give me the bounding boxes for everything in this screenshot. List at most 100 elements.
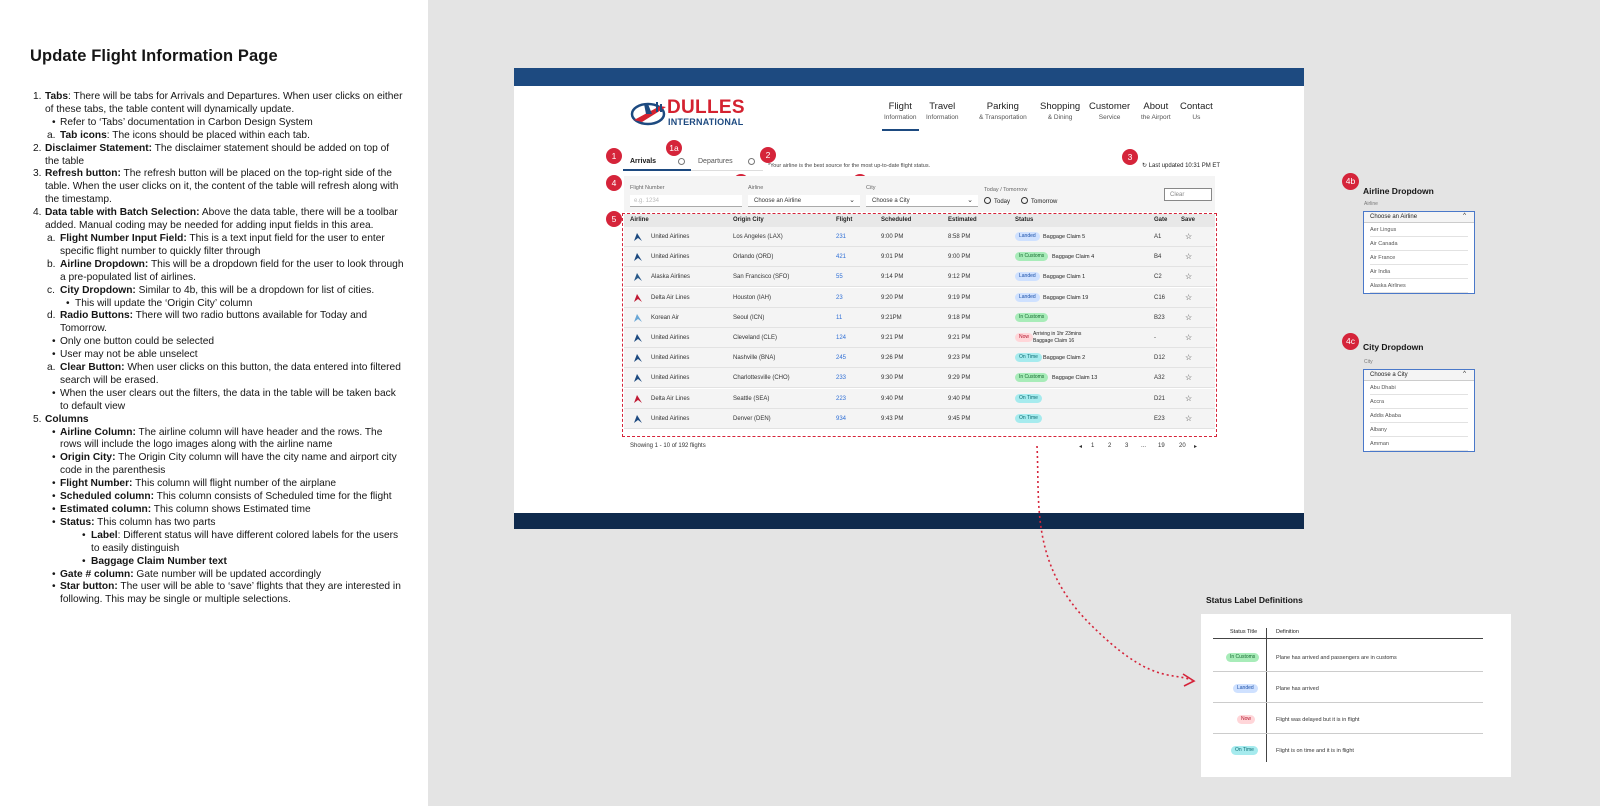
nav-item-title: Shopping (1040, 101, 1081, 112)
callout-badge-1: 1 (606, 148, 622, 164)
tab-arrivals-label: Arrivals (630, 158, 657, 165)
note-bold: Star button: (60, 581, 118, 593)
documentation-panel: Update Flight Information Page 1. Tabs: T… (0, 0, 428, 806)
doc-note: • Star button: The user will be able to ‘… (30, 581, 404, 607)
city-dropdown-selected: Choose a City (1370, 372, 1408, 378)
note-text: : Different status will have different c… (91, 529, 399, 554)
radio-tomorrow-label: Tomorrow (1031, 199, 1058, 205)
note-marker: c. (47, 284, 55, 296)
nav-item-title: Travel (929, 101, 956, 112)
doc-note: • Label: Different status will have diffe… (30, 530, 404, 556)
note-text: This will update the ‘Origin City’ colum… (75, 297, 253, 309)
nav-item-title: Parking (986, 101, 1019, 112)
city-dropdown[interactable]: Choose a City ⌄ (866, 195, 978, 207)
note-text: When the user clears out the filters, th… (60, 387, 396, 412)
airline-dropdown-title: Airline Dropdown (1363, 186, 1434, 196)
clear-button[interactable]: Clear (1164, 188, 1212, 201)
note-marker: • (52, 426, 56, 438)
callout-badge-2: 2 (760, 147, 776, 163)
note-marker: 4. (33, 207, 42, 219)
doc-note: • Estimated column: This column shows Est… (30, 504, 404, 517)
dropdown-option[interactable]: Air Canada (1370, 237, 1468, 251)
status-definition: Flight was delayed but it is in flight (1276, 717, 1360, 723)
note-bold: City Dropdown: (60, 284, 136, 296)
nav-item-customer[interactable]: Customer Service (1089, 101, 1130, 121)
nav-item-shopping[interactable]: Shopping & Dining (1040, 101, 1080, 121)
doc-note: c. City Dropdown: Similar to 4b, this wil… (30, 285, 404, 298)
departures-tab-icon (748, 158, 755, 165)
nav-item-about[interactable]: About the Airport (1141, 101, 1171, 121)
flight-number-label: Flight Number (630, 185, 665, 191)
dropdown-option[interactable]: Abu Dhabi (1370, 381, 1468, 395)
note-bold: Baggage Claim Number text (91, 555, 227, 567)
radio-today[interactable]: Today (984, 197, 1010, 205)
flight-number-input[interactable]: e.g. 1234 (630, 195, 742, 207)
city-dropdown-header[interactable]: Choose a City ^ (1364, 370, 1474, 381)
doc-note: a. Flight Number Input Field: This is a t… (30, 233, 404, 259)
city-dropdown-label: City (1364, 359, 1373, 365)
airline-dropdown-header[interactable]: Choose an Airline ^ (1364, 212, 1474, 223)
tab-arrivals[interactable]: Arrivals (630, 158, 656, 165)
callout-badge-3: 3 (1122, 149, 1138, 165)
nav-item-subtitle: the Airport (1141, 114, 1171, 121)
note-text: Only one button could be selected (60, 336, 215, 348)
pagination-info: Showing 1 - 10 of 192 flights (630, 443, 706, 449)
dropdown-option[interactable]: Aer Lingus (1370, 223, 1468, 237)
nav-item-subtitle: Us (1192, 114, 1201, 121)
doc-note: 3. Refresh button: The refresh button wil… (30, 168, 404, 207)
doc-title: Update Flight Information Page (30, 47, 278, 65)
airline-dropdown-label: Airline (1364, 201, 1378, 207)
callout-badge-4b: 4b (1342, 173, 1359, 190)
callout-badge-1a: 1a (666, 140, 682, 156)
nav-item-subtitle: Information (884, 114, 917, 121)
doc-note: • Gate # column: Gate number will be upda… (30, 569, 404, 582)
note-text: This column has two parts (94, 516, 216, 528)
nav-item-flight[interactable]: Flight Information (882, 101, 919, 131)
city-filter-label: City (866, 185, 876, 191)
doc-note: • This will update the ‘Origin City’ colu… (30, 298, 404, 311)
dropdown-option[interactable]: Air India (1370, 265, 1468, 279)
doc-note: • When the user clears out the filters, t… (30, 388, 404, 414)
airline-dropdown-open[interactable]: Choose an Airline ^ Aer Lingus Air Canada… (1363, 211, 1475, 294)
dropdown-option[interactable]: Albany (1370, 423, 1468, 437)
radio-today-label: Today (994, 199, 1011, 205)
note-text: Refer to ‘Tabs’ documentation in Carbon … (60, 116, 313, 128)
status-title-header: Status Title (1230, 629, 1258, 635)
tab-departures[interactable]: Departures (698, 158, 733, 165)
nav-item-travel[interactable]: Travel Information (926, 101, 959, 121)
dropdown-option[interactable]: Addis Ababa (1370, 409, 1468, 423)
note-text: User may not be able unselect (60, 349, 198, 361)
note-bold: Airline Column: (60, 426, 136, 438)
note-marker: 1. (33, 91, 42, 102)
day-filter-label: Today / Tomorrow (984, 187, 1028, 193)
note-marker: • (52, 568, 56, 580)
note-marker: • (52, 516, 56, 528)
dropdown-option[interactable]: Amman (1370, 437, 1468, 451)
note-text: This column consists of Scheduled time f… (153, 491, 392, 503)
airline-dropdown-value: Choose an Airline (754, 198, 802, 204)
logo-text-main: DULLES (667, 97, 745, 118)
doc-note: • Status: This column has two parts (30, 517, 404, 530)
doc-notes: 1. Tabs: There will be tabs for Arrivals … (30, 91, 404, 607)
note-marker: • (52, 491, 56, 503)
nav-item-parking[interactable]: Parking & Transportation (979, 101, 1027, 121)
dropdown-option[interactable]: Accra (1370, 395, 1468, 409)
note-marker: • (52, 349, 56, 361)
nav-item-contact[interactable]: Contact Us (1180, 101, 1213, 121)
airport-logo[interactable]: DULLES INTERNATIONAL (630, 98, 750, 128)
dropdown-option[interactable]: Alaska Airlines (1370, 279, 1468, 293)
note-bold: Disclaimer Statement: (45, 142, 153, 154)
callout-badge-5: 5 (606, 211, 622, 227)
doc-note: • Scheduled column: This column consists … (30, 491, 404, 504)
airline-dropdown[interactable]: Choose an Airline ⌄ (748, 195, 860, 207)
doc-note: • Only one button could be selected (30, 336, 404, 349)
refresh-button[interactable]: ↻ Last updated 10:31 PM ET (1142, 162, 1220, 169)
note-marker: • (52, 336, 56, 348)
radio-tomorrow[interactable]: Tomorrow (1021, 197, 1057, 205)
city-dropdown-open[interactable]: Choose a City ^ Abu Dhabi Accra Addis Abab… (1363, 369, 1475, 452)
doc-note: a. Tab icons: The icons should be placed … (30, 130, 404, 143)
chevron-up-icon: ^ (1463, 371, 1466, 377)
note-marker: 3. (33, 168, 42, 180)
connector-arrow (1036, 445, 1196, 687)
dropdown-option[interactable]: Air France (1370, 251, 1468, 265)
